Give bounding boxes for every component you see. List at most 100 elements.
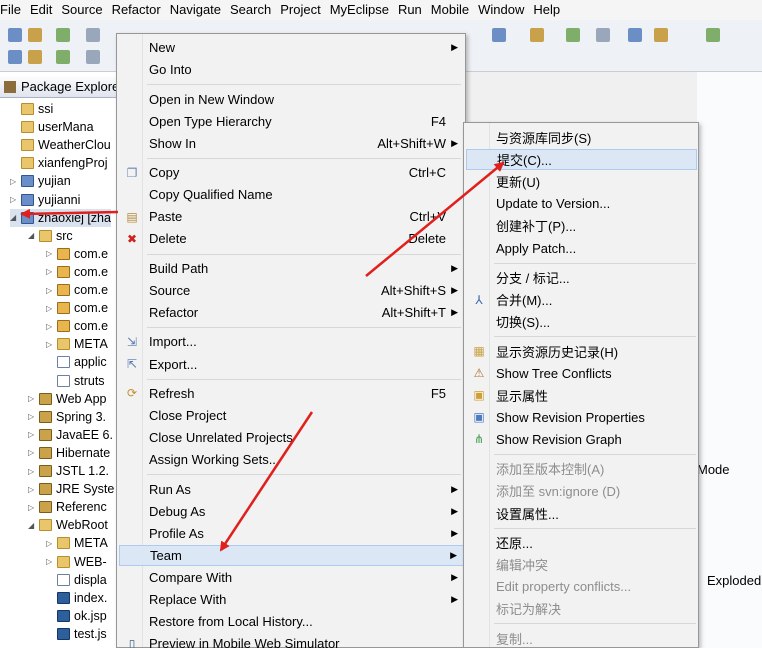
expand-toggle-icon[interactable]: ▷	[28, 485, 37, 494]
expand-toggle-icon[interactable]: ▷	[28, 448, 37, 457]
toolbar-button-icon[interactable]	[530, 28, 544, 42]
menu-item-compare-with[interactable]: Compare With ▶	[119, 567, 464, 588]
tree-item[interactable]: index.	[46, 589, 107, 607]
menu-item-team[interactable]: Team ▶	[119, 544, 464, 566]
team-item-s[interactable]: 与资源库同步(S)	[466, 127, 697, 148]
tree-item[interactable]: ▷ Referenc	[28, 498, 107, 516]
toolbar-button-icon[interactable]	[86, 50, 100, 64]
tree-item[interactable]: ▷ com.e	[46, 263, 108, 281]
team-item-c[interactable]: 提交(C)...	[466, 149, 697, 171]
toolbar-button-icon[interactable]	[628, 28, 642, 42]
team-item-item[interactable]: ▣ 显示属性	[466, 385, 697, 406]
menu-item-run-as[interactable]: Run As ▶	[119, 479, 464, 500]
tree-item[interactable]: ▷ yujianni	[10, 191, 80, 209]
tree-item[interactable]: ▷ Hibernate	[28, 444, 110, 462]
menu-item-export[interactable]: ⇱ Export...	[119, 354, 464, 375]
toolbar-button-icon[interactable]	[654, 28, 668, 42]
team-item-item[interactable]: 还原...	[466, 532, 697, 553]
menu-item-new[interactable]: New ▶	[119, 37, 464, 58]
tree-item[interactable]: ▷ com.e	[46, 245, 108, 263]
tree-item[interactable]: ▷ yujian	[10, 172, 71, 190]
menu-item-paste[interactable]: ▤ Paste Ctrl+V	[119, 206, 464, 227]
toolbar-button-icon[interactable]	[492, 28, 506, 42]
team-item-show-tree-conflicts[interactable]: ⚠ Show Tree Conflicts	[466, 363, 697, 384]
menu-item-open-in-new-window[interactable]: Open in New Window	[119, 89, 464, 110]
expand-toggle-icon[interactable]: ▷	[46, 304, 55, 313]
tree-item[interactable]: ▷ com.e	[46, 299, 108, 317]
menu-item-source[interactable]: Source Alt+Shift+S ▶	[119, 280, 464, 301]
team-item-s[interactable]: 切换(S)...	[466, 311, 697, 332]
toolbar-button-icon[interactable]	[28, 28, 42, 42]
tree-item[interactable]: ▷ JSTL 1.2.	[28, 462, 109, 480]
expand-toggle-icon[interactable]: ▷	[46, 340, 55, 349]
toolbar-button-icon[interactable]	[566, 28, 580, 42]
menu-myeclipse[interactable]: MyEclipse	[328, 1, 396, 19]
menu-item-delete[interactable]: ✖ Delete Delete	[119, 228, 464, 249]
menu-item-refactor[interactable]: Refactor Alt+Shift+T ▶	[119, 302, 464, 323]
menu-item-copy-qualified-name[interactable]: Copy Qualified Name	[119, 184, 464, 205]
toolbar-button-icon[interactable]	[28, 50, 42, 64]
team-item-show-revision-properties[interactable]: ▣ Show Revision Properties	[466, 407, 697, 428]
expand-toggle-icon[interactable]: ▷	[28, 467, 37, 476]
expand-toggle-icon[interactable]: ▷	[46, 267, 55, 276]
toolbar-button-icon[interactable]	[706, 28, 720, 42]
expand-toggle-icon[interactable]: ▷	[28, 412, 37, 421]
menu-refactor[interactable]: Refactor	[110, 1, 168, 19]
menu-search[interactable]: Search	[228, 1, 278, 19]
tree-item[interactable]: applic	[46, 353, 107, 371]
tree-item[interactable]: WeatherClou	[10, 136, 111, 154]
expand-toggle-icon[interactable]: ▷	[28, 430, 37, 439]
menu-item-copy[interactable]: ❐ Copy Ctrl+C	[119, 162, 464, 183]
menu-help[interactable]: Help	[531, 1, 567, 19]
tree-item[interactable]: displa	[46, 571, 107, 589]
expand-toggle-icon[interactable]: ▷	[46, 322, 55, 331]
team-item-apply-patch[interactable]: Apply Patch...	[466, 238, 697, 259]
team-item-item[interactable]: 分支 / 标记...	[466, 267, 697, 288]
expand-toggle-icon[interactable]: ▷	[10, 195, 19, 204]
expand-toggle-icon[interactable]: ◢	[28, 521, 37, 530]
menu-item-profile-as[interactable]: Profile As ▶	[119, 523, 464, 544]
menu-navigate[interactable]: Navigate	[168, 1, 228, 19]
menu-item-show-in[interactable]: Show In Alt+Shift+W ▶	[119, 133, 464, 154]
expand-toggle-icon[interactable]: ▷	[10, 177, 19, 186]
tree-item[interactable]: ▷ WEB-	[46, 553, 107, 571]
menu-project[interactable]: Project	[278, 1, 327, 19]
toolbar-button-icon[interactable]	[8, 28, 22, 42]
menu-item-open-type-hierarchy[interactable]: Open Type Hierarchy F4	[119, 111, 464, 132]
menu-window[interactable]: Window	[476, 1, 531, 19]
toolbar-button-icon[interactable]	[56, 28, 70, 42]
tree-item[interactable]: test.js	[46, 625, 107, 643]
menu-item-preview-in-mobile-web-simulator[interactable]: ▯ Preview in Mobile Web Simulator	[119, 633, 464, 648]
tree-item[interactable]: ok.jsp	[46, 607, 107, 625]
menu-item-build-path[interactable]: Build Path ▶	[119, 258, 464, 279]
team-item-m[interactable]: ⅄ 合并(M)...	[466, 289, 697, 310]
tree-item[interactable]: ▷ META	[46, 335, 108, 353]
team-item-show-revision-graph[interactable]: ⋔ Show Revision Graph	[466, 429, 697, 450]
expand-toggle-icon[interactable]: ▷	[28, 503, 37, 512]
expand-toggle-icon[interactable]: ▷	[46, 557, 55, 566]
menu-item-refresh[interactable]: ⟳ Refresh F5	[119, 383, 464, 404]
toolbar-button-icon[interactable]	[8, 50, 22, 64]
expand-toggle-icon[interactable]: ▷	[28, 394, 37, 403]
toolbar-button-icon[interactable]	[596, 28, 610, 42]
team-item-u[interactable]: 更新(U)	[466, 171, 697, 192]
menu-mobile[interactable]: Mobile	[429, 1, 476, 19]
tree-item[interactable]: ▷ com.e	[46, 281, 108, 299]
menu-run[interactable]: Run	[396, 1, 429, 19]
team-item-update-to-version[interactable]: Update to Version...	[466, 193, 697, 214]
tree-item[interactable]: ▷ JRE Syste	[28, 480, 114, 498]
menu-source[interactable]: Source	[59, 1, 109, 19]
menu-edit[interactable]: Edit	[28, 1, 59, 19]
menu-item-restore-from-local-history[interactable]: Restore from Local History...	[119, 611, 464, 632]
menu-item-import[interactable]: ⇲ Import...	[119, 331, 464, 352]
team-item-h[interactable]: ▦ 显示资源历史记录(H)	[466, 341, 697, 362]
menu-item-close-project[interactable]: Close Project	[119, 405, 464, 426]
tree-item[interactable]: ▷ META	[46, 534, 108, 552]
menu-file[interactable]: File	[0, 1, 28, 19]
tree-item[interactable]: userMana	[10, 118, 94, 136]
team-item-p[interactable]: 创建补丁(P)...	[466, 215, 697, 236]
expand-toggle-icon[interactable]: ▷	[46, 249, 55, 258]
menu-item-assign-working-sets[interactable]: Assign Working Sets...	[119, 449, 464, 470]
toolbar-button-icon[interactable]	[56, 50, 70, 64]
tree-item[interactable]: ▷ Spring 3.	[28, 408, 106, 426]
